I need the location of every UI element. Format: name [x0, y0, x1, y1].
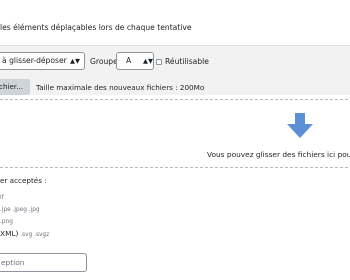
max-file-size-text: Taille maximale des nouveaux fichiers : … — [36, 83, 205, 92]
accepted-type-label: XML) — [0, 229, 19, 238]
accepted-type-line: XML) .svg .svgz — [0, 229, 49, 238]
accepted-types-title: er acceptés : — [0, 176, 47, 185]
shuffle-setting-text: les éléments déplaçables lors de chaque … — [0, 23, 192, 32]
caret-updown-icon: ▲▼ — [70, 57, 80, 65]
download-arrow-icon — [287, 113, 313, 138]
type-select-value: à glisser-déposer — [2, 56, 67, 65]
accepted-type-line: .jpe .jpeg .jpg — [0, 207, 40, 213]
group-select-value: A — [126, 56, 132, 65]
reusable-checkbox[interactable]: Réutilisable — [156, 57, 209, 66]
drag-item-type-select[interactable]: à glisser-déposer ▲▼ — [0, 52, 85, 70]
dropzone-text: Vous pouvez glisser des fichiers ici pou… — [207, 150, 350, 159]
caption-input[interactable]: eption — [0, 253, 87, 272]
choose-file-button[interactable]: chier... — [0, 79, 30, 95]
accepted-type-line: .png — [0, 219, 13, 225]
reusable-label: Réutilisable — [165, 57, 209, 66]
group-select[interactable]: A ▲▼ — [116, 52, 154, 70]
accepted-type-extensions: .svg .svgz — [20, 232, 50, 238]
group-label: Groupe — [90, 57, 118, 66]
caret-updown-icon: ▲▼ — [143, 57, 153, 65]
checkbox-icon[interactable] — [156, 59, 162, 65]
accepted-type-line: if — [0, 195, 4, 201]
